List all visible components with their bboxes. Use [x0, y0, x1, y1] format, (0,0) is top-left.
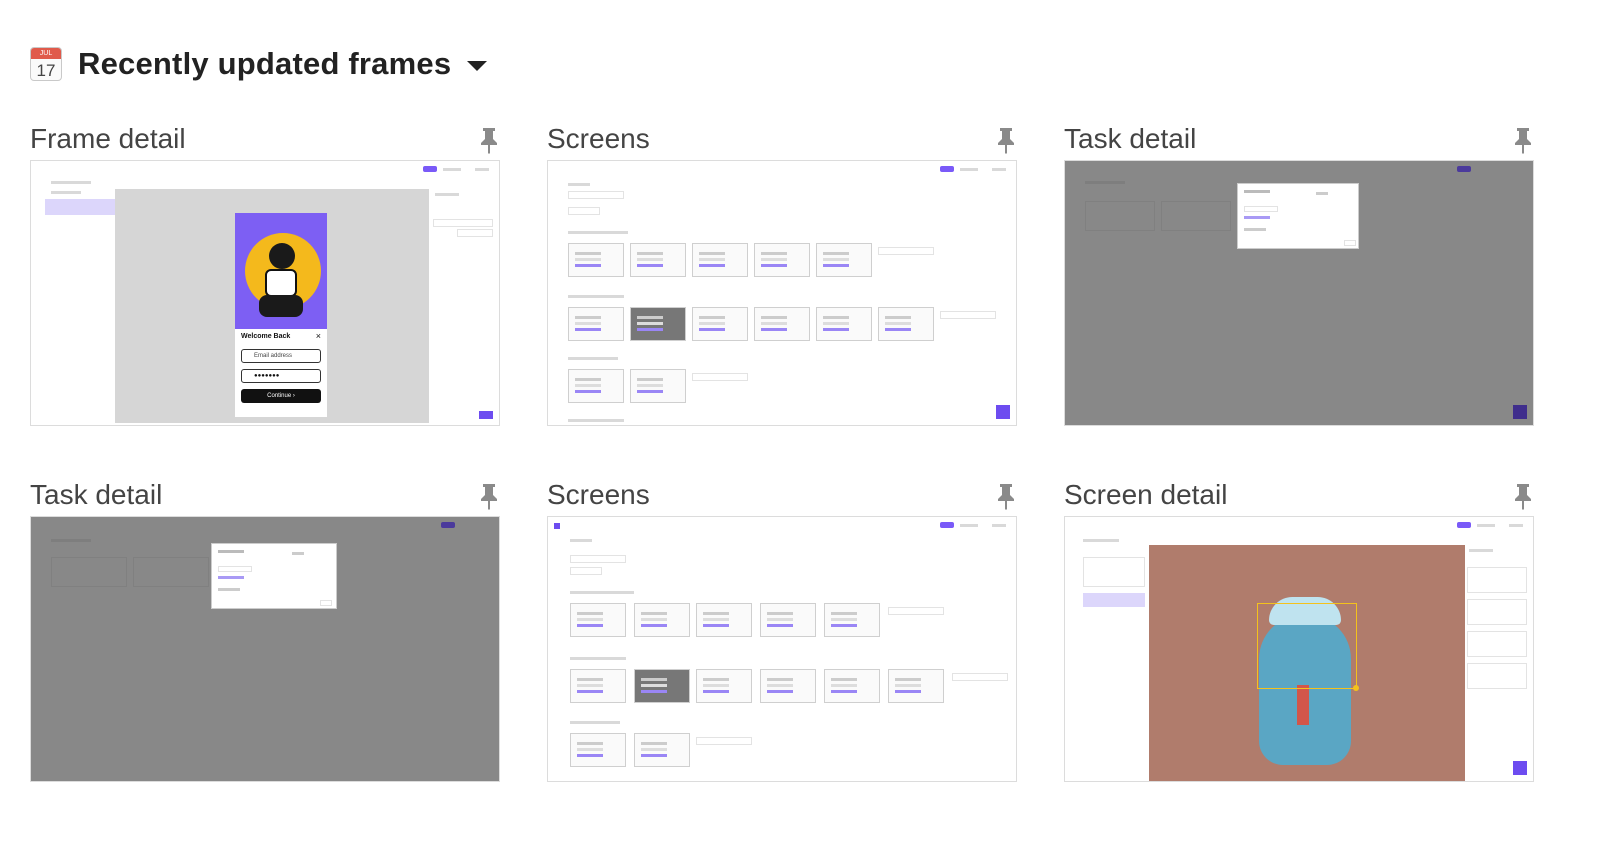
- frame-thumbnail[interactable]: [547, 160, 1017, 426]
- frame-thumbnail[interactable]: [30, 516, 500, 782]
- password-field[interactable]: ●●●●●●●: [241, 369, 321, 383]
- close-icon[interactable]: ×: [316, 331, 321, 341]
- frame-card[interactable]: Screens: [547, 478, 1017, 782]
- card-title: Task detail: [1064, 123, 1197, 154]
- continue-button[interactable]: Continue ›: [241, 389, 321, 403]
- frame-card[interactable]: Screen detail: [1064, 478, 1534, 782]
- frame-card[interactable]: Task detail: [30, 478, 500, 782]
- card-title: Frame detail: [30, 123, 186, 154]
- frame-thumbnail[interactable]: [1064, 516, 1534, 782]
- card-title: Screens: [547, 479, 650, 510]
- card-title: Screens: [547, 123, 650, 154]
- frame-card[interactable]: Task detail: [1064, 122, 1534, 426]
- calendar-icon: JUL 17: [30, 47, 62, 81]
- caret-down-icon[interactable]: [467, 61, 488, 71]
- section-title: Recently updated frames: [78, 46, 452, 81]
- frame-thumbnail[interactable]: Welcome Back × Email address ●●●●●●● Con…: [30, 160, 500, 426]
- section-header: JUL 17 Recently updated frames: [30, 44, 488, 84]
- login-heading: Welcome Back: [241, 333, 291, 340]
- frame-thumbnail[interactable]: [547, 516, 1017, 782]
- frame-thumbnail[interactable]: [1064, 160, 1534, 426]
- pin-icon[interactable]: [478, 126, 500, 154]
- frame-card[interactable]: Frame detail Welcome Back × Email addres…: [30, 122, 500, 426]
- pin-icon[interactable]: [1512, 126, 1534, 154]
- pin-icon[interactable]: [995, 126, 1017, 154]
- card-title: Screen detail: [1064, 479, 1228, 510]
- artwork-preview: [1149, 545, 1465, 781]
- email-field[interactable]: Email address: [241, 349, 321, 363]
- frame-card[interactable]: Screens: [547, 122, 1017, 426]
- pin-icon[interactable]: [478, 482, 500, 510]
- pin-icon[interactable]: [995, 482, 1017, 510]
- card-title: Task detail: [30, 479, 163, 510]
- pin-icon[interactable]: [1512, 482, 1534, 510]
